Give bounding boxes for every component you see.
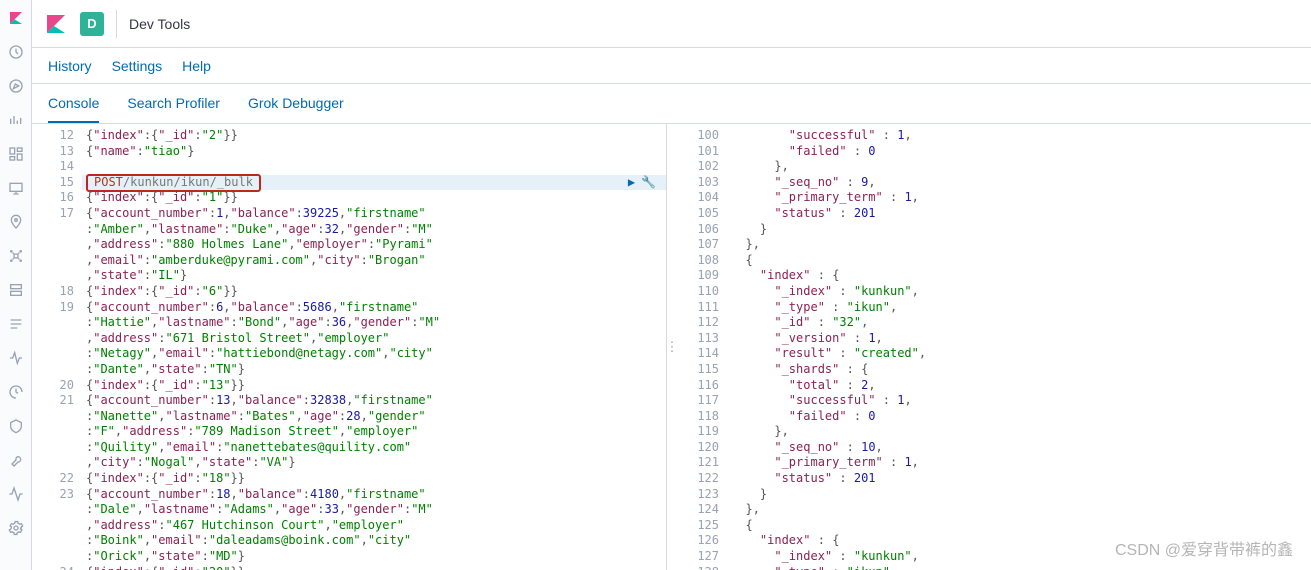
nav-monitoring-icon[interactable] xyxy=(6,484,26,504)
nav-devtools-icon[interactable] xyxy=(6,450,26,470)
space-badge[interactable]: D xyxy=(80,12,104,36)
pane-splitter[interactable]: ⋮ xyxy=(667,124,677,570)
editor-area: 1213141516171819202122232425 {"index":{"… xyxy=(32,124,1311,570)
request-pane[interactable]: 1213141516171819202122232425 {"index":{"… xyxy=(32,124,667,570)
tab-console[interactable]: Console xyxy=(48,85,99,123)
tab-search-profiler[interactable]: Search Profiler xyxy=(127,85,220,123)
menu-settings[interactable]: Settings xyxy=(112,58,163,74)
wrench-icon[interactable]: 🔧 xyxy=(641,175,656,191)
menu-help[interactable]: Help xyxy=(182,58,211,74)
nav-discover-icon[interactable] xyxy=(6,76,26,96)
nav-sidebar xyxy=(0,0,32,570)
nav-siem-icon[interactable] xyxy=(6,416,26,436)
request-gutter: 1213141516171819202122232425 xyxy=(32,124,82,570)
run-request-icon[interactable]: ▶ xyxy=(628,175,635,191)
nav-dashboard-icon[interactable] xyxy=(6,144,26,164)
response-gutter: 1001011021031041051061071081091101111121… xyxy=(677,124,727,570)
separator xyxy=(116,10,117,38)
menubar: History Settings Help xyxy=(32,48,1311,84)
request-code[interactable]: {"index":{"_id":"2"}}{"name":"tiao"}POST… xyxy=(82,124,666,570)
nav-uptime-icon[interactable] xyxy=(6,382,26,402)
nav-canvas-icon[interactable] xyxy=(6,178,26,198)
tabbar: Console Search Profiler Grok Debugger xyxy=(32,84,1311,124)
response-code: "successful" : 1, "failed" : 0 }, "_seq_… xyxy=(727,124,1311,570)
nav-maps-icon[interactable] xyxy=(6,212,26,232)
tab-grok-debugger[interactable]: Grok Debugger xyxy=(248,85,344,123)
nav-visualize-icon[interactable] xyxy=(6,110,26,130)
kibana-logo-icon[interactable] xyxy=(6,8,26,28)
page-title: Dev Tools xyxy=(129,16,190,32)
nav-recent-icon[interactable] xyxy=(6,42,26,62)
nav-infra-icon[interactable] xyxy=(6,280,26,300)
nav-ml-icon[interactable] xyxy=(6,246,26,266)
menu-history[interactable]: History xyxy=(48,58,92,74)
topbar: D Dev Tools xyxy=(32,0,1311,48)
response-pane[interactable]: 1001011021031041051061071081091101111121… xyxy=(677,124,1311,570)
kibana-logo-icon xyxy=(44,12,68,36)
nav-apm-icon[interactable] xyxy=(6,348,26,368)
nav-management-icon[interactable] xyxy=(6,518,26,538)
nav-logs-icon[interactable] xyxy=(6,314,26,334)
